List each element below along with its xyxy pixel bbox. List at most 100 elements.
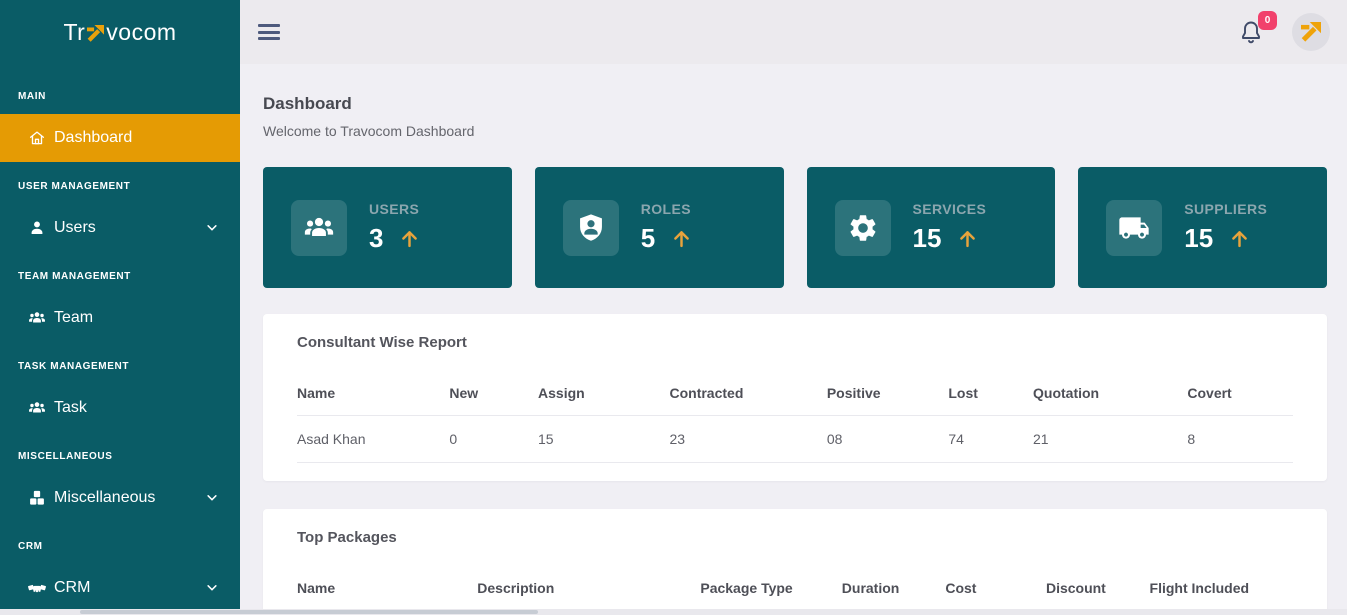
cell-name: Asad Khan xyxy=(297,416,449,463)
sidebar-item-task[interactable]: Task xyxy=(0,384,240,432)
stat-value: 15 xyxy=(913,223,942,254)
truck-icon xyxy=(1106,200,1162,256)
sidebar-item-label: Dashboard xyxy=(54,129,218,147)
sidebar-item-label: Team xyxy=(54,309,218,327)
column-header: Covert xyxy=(1187,373,1293,416)
column-header: Flight Included xyxy=(1150,568,1293,611)
panel-title: Consultant Wise Report xyxy=(297,334,1293,351)
nav-section-miscellaneous: MISCELLANEOUS Miscellaneous xyxy=(0,446,240,522)
section-label-crm: CRM xyxy=(0,536,240,556)
sidebar-item-miscellaneous[interactable]: Miscellaneous xyxy=(0,474,240,522)
column-header: Assign xyxy=(538,373,669,416)
notification-count-badge: 0 xyxy=(1258,11,1277,30)
trend-up-icon xyxy=(1229,228,1250,249)
notifications-button[interactable]: 0 xyxy=(1238,18,1264,46)
trend-up-icon xyxy=(671,228,692,249)
table-header-row: Name New Assign Contracted Positive Lost… xyxy=(297,373,1293,416)
top-packages-panel: Top Packages Name Description Package Ty… xyxy=(263,509,1327,615)
stat-value: 5 xyxy=(641,223,655,254)
cell-new: 0 xyxy=(449,416,538,463)
menu-toggle-button[interactable] xyxy=(258,24,280,40)
brand-arrow-icon xyxy=(1301,22,1321,42)
nav-section-team-management: TEAM MANAGEMENT Team xyxy=(0,266,240,342)
sidebar: Tr vocom MAIN Dashboard xyxy=(0,0,240,615)
stat-card-roles: ROLES 5 xyxy=(535,167,784,288)
main-content: Dashboard Welcome to Travocom Dashboard … xyxy=(240,64,1347,615)
chevron-down-icon xyxy=(206,582,218,594)
sidebar-item-crm[interactable]: CRM xyxy=(0,564,240,612)
cell-positive: 08 xyxy=(827,416,949,463)
sidebar-item-label: CRM xyxy=(54,579,206,597)
column-header: Name xyxy=(297,373,449,416)
users-group-icon xyxy=(28,399,46,417)
stat-label: SERVICES xyxy=(913,201,987,217)
handshake-icon xyxy=(28,579,46,597)
cell-contracted: 23 xyxy=(669,416,826,463)
horizontal-scrollbar-thumb[interactable] xyxy=(80,610,538,614)
sidebar-item-users[interactable]: Users xyxy=(0,204,240,252)
sidebar-item-dashboard[interactable]: Dashboard xyxy=(0,114,240,162)
page-title: Dashboard xyxy=(263,94,1327,114)
column-header: Lost xyxy=(948,373,1033,416)
stat-label: SUPPLIERS xyxy=(1184,201,1267,217)
cell-quotation: 21 xyxy=(1033,416,1187,463)
cubes-icon xyxy=(28,489,46,507)
table-row: Asad Khan 0 15 23 08 74 21 8 xyxy=(297,416,1293,463)
column-header: Positive xyxy=(827,373,949,416)
cell-lost: 74 xyxy=(948,416,1033,463)
column-header: Name xyxy=(297,568,477,611)
brand-suffix: vocom xyxy=(106,19,176,46)
brand-prefix: Tr xyxy=(63,19,85,46)
nav-section-user-management: USER MANAGEMENT Users xyxy=(0,176,240,252)
trend-up-icon xyxy=(399,228,420,249)
nav-section-task-management: TASK MANAGEMENT Task xyxy=(0,356,240,432)
nav-section-crm: CRM CRM xyxy=(0,536,240,612)
chevron-down-icon xyxy=(206,492,218,504)
brand-arrow-icon xyxy=(87,25,104,42)
column-header: Contracted xyxy=(669,373,826,416)
user-avatar[interactable] xyxy=(1292,13,1330,51)
column-header: New xyxy=(449,373,538,416)
sidebar-item-label: Miscellaneous xyxy=(54,489,206,507)
stat-label: USERS xyxy=(369,201,420,217)
sidebar-nav: MAIN Dashboard USER MANAGEMENT xyxy=(0,64,240,612)
users-group-icon xyxy=(291,200,347,256)
user-icon xyxy=(28,219,46,237)
sidebar-item-team[interactable]: Team xyxy=(0,294,240,342)
consultant-report-panel: Consultant Wise Report Name New Assign C… xyxy=(263,314,1327,481)
column-header: Quotation xyxy=(1033,373,1187,416)
stat-card-users: USERS 3 xyxy=(263,167,512,288)
topbar-right: 0 xyxy=(1238,13,1330,51)
users-group-icon xyxy=(28,309,46,327)
stat-card-suppliers: SUPPLIERS 15 xyxy=(1078,167,1327,288)
chevron-down-icon xyxy=(206,222,218,234)
sidebar-item-label: Task xyxy=(54,399,218,417)
stat-label: ROLES xyxy=(641,201,692,217)
stat-value: 3 xyxy=(369,223,383,254)
column-header: Duration xyxy=(842,568,946,611)
section-label-user-management: USER MANAGEMENT xyxy=(0,176,240,196)
column-header: Cost xyxy=(945,568,1046,611)
column-header: Package Type xyxy=(700,568,841,611)
cell-covert: 8 xyxy=(1187,416,1293,463)
section-label-task-management: TASK MANAGEMENT xyxy=(0,356,240,376)
section-label-main: MAIN xyxy=(0,86,240,106)
page-subtitle: Welcome to Travocom Dashboard xyxy=(263,123,1327,139)
top-packages-table: Name Description Package Type Duration C… xyxy=(297,568,1293,611)
stat-card-services: SERVICES 15 xyxy=(807,167,1056,288)
stat-cards-row: USERS 3 xyxy=(263,167,1327,288)
horizontal-scrollbar[interactable] xyxy=(0,609,1347,615)
cell-assign: 15 xyxy=(538,416,669,463)
trend-up-icon xyxy=(957,228,978,249)
gear-icon xyxy=(835,200,891,256)
nav-section-main: MAIN Dashboard xyxy=(0,86,240,162)
shield-user-icon xyxy=(563,200,619,256)
app-screen: Tr vocom MAIN Dashboard xyxy=(0,0,1347,615)
section-label-miscellaneous: MISCELLANEOUS xyxy=(0,446,240,466)
brand-logo[interactable]: Tr vocom xyxy=(0,0,240,64)
stat-value: 15 xyxy=(1184,223,1213,254)
consultant-report-table: Name New Assign Contracted Positive Lost… xyxy=(297,373,1293,463)
brand-logo-text: Tr vocom xyxy=(63,19,176,46)
table-header-row: Name Description Package Type Duration C… xyxy=(297,568,1293,611)
column-header: Description xyxy=(477,568,700,611)
